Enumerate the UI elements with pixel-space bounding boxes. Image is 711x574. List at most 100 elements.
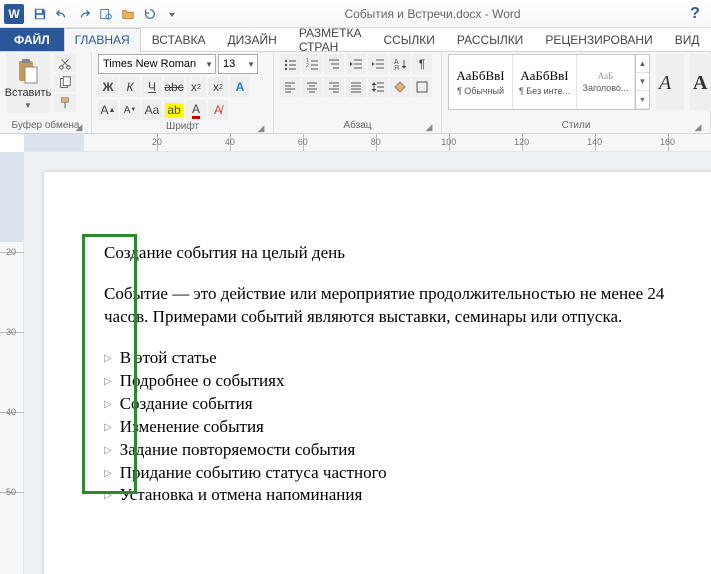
bold-button[interactable]: Ж	[98, 77, 118, 97]
style-item-normal[interactable]: АаБбВвІ ¶ Обычный	[449, 55, 513, 109]
group-styles-label: Стили	[562, 120, 591, 131]
group-paragraph-label: Абзац	[343, 120, 371, 131]
document-body[interactable]: Создание события на целый день Событие —…	[104, 242, 684, 507]
show-marks-icon[interactable]: ¶	[412, 54, 432, 74]
list-item[interactable]: ▷Создание события	[104, 393, 684, 416]
qat-customize-icon[interactable]	[162, 4, 182, 24]
subscript-button[interactable]: x2	[186, 77, 206, 97]
list-item[interactable]: ▷Задание повторяемости события	[104, 439, 684, 462]
vertical-ruler[interactable]: 20304050	[0, 152, 24, 574]
bullet-triangle-icon: ▷	[104, 370, 112, 393]
change-styles-button[interactable]: A	[656, 54, 684, 110]
list-item[interactable]: ▷Подробнее о событиях	[104, 370, 684, 393]
group-paragraph: 12 AЯ ¶ Абзац ◢	[274, 52, 442, 133]
bullets-icon[interactable]	[280, 54, 300, 74]
preview-icon[interactable]	[96, 4, 116, 24]
group-clipboard-label: Буфер обмена	[12, 120, 80, 131]
tab-review[interactable]: РЕЦЕНЗИРОВАНИ	[534, 28, 663, 51]
paste-button[interactable]: Вставить ▼	[6, 54, 50, 113]
repeat-icon[interactable]	[140, 4, 160, 24]
page-scroll[interactable]: Создание события на целый день Событие —…	[24, 152, 711, 574]
sort-icon[interactable]: AЯ	[390, 54, 410, 74]
justify-icon[interactable]	[346, 77, 366, 97]
numbering-icon[interactable]: 12	[302, 54, 322, 74]
align-center-icon[interactable]	[302, 77, 322, 97]
help-icon[interactable]: ?	[683, 3, 707, 25]
paragraph-dialog-launcher-icon[interactable]: ◢	[423, 120, 435, 132]
font-dialog-launcher-icon[interactable]: ◢	[255, 121, 267, 133]
workarea: 20304050 Создание события на целый день …	[0, 152, 711, 574]
document-page[interactable]: Создание события на целый день Событие —…	[44, 172, 711, 574]
doc-title[interactable]: Создание события на целый день	[104, 242, 684, 265]
list-item[interactable]: ▷Придание событию статуса частного	[104, 462, 684, 485]
chevron-down-icon: ▼	[24, 101, 32, 110]
tab-insert[interactable]: ВСТАВКА	[141, 28, 217, 51]
clipboard-dialog-launcher-icon[interactable]: ◢	[73, 120, 85, 132]
styles-scrollbar[interactable]: ▲ ▼ ▾	[635, 55, 649, 109]
italic-button[interactable]: К	[120, 77, 140, 97]
tab-home[interactable]: ГЛАВНАЯ	[64, 28, 141, 52]
group-font: Times New Roman▼ 13▼ Ж К Ч abc x2 x2 A A…	[92, 52, 274, 133]
group-styles: АаБбВвІ ¶ Обычный АаБбВвІ ¶ Без инте... …	[442, 52, 711, 133]
list-item[interactable]: ▷В этой статье	[104, 347, 684, 370]
list-item[interactable]: ▷Изменение события	[104, 416, 684, 439]
format-painter-icon[interactable]	[54, 94, 76, 112]
shading-icon[interactable]	[390, 77, 410, 97]
styles-pane-button[interactable]: A	[690, 54, 711, 110]
paste-label: Вставить	[5, 87, 52, 99]
svg-text:A: A	[657, 72, 672, 94]
align-right-icon[interactable]	[324, 77, 344, 97]
styles-gallery[interactable]: АаБбВвІ ¶ Обычный АаБбВвІ ¶ Без инте... …	[448, 54, 650, 110]
font-color-icon[interactable]: A	[186, 100, 206, 120]
copy-icon[interactable]	[54, 74, 76, 92]
bullet-triangle-icon: ▷	[104, 393, 112, 416]
font-size-combo[interactable]: 13▼	[218, 54, 258, 74]
tab-view[interactable]: ВИД	[664, 28, 711, 51]
undo-icon[interactable]	[52, 4, 72, 24]
word-app-icon: W	[4, 4, 24, 24]
tab-mailings[interactable]: РАССЫЛКИ	[446, 28, 534, 51]
cut-icon[interactable]	[54, 54, 76, 72]
styles-dialog-launcher-icon[interactable]: ◢	[692, 120, 704, 132]
highlight-color-icon[interactable]: ab	[164, 100, 184, 120]
open-icon[interactable]	[118, 4, 138, 24]
align-left-icon[interactable]	[280, 77, 300, 97]
window-title: События и Встречи.docx - Word	[344, 7, 520, 21]
svg-text:A: A	[693, 72, 708, 94]
chevron-down-icon: ▼	[247, 60, 255, 69]
superscript-button[interactable]: x2	[208, 77, 228, 97]
quick-access-toolbar	[30, 4, 182, 24]
font-name-combo[interactable]: Times New Roman▼	[98, 54, 216, 74]
bullet-triangle-icon: ▷	[104, 416, 112, 439]
horizontal-ruler[interactable]: 20406080100120140160	[24, 134, 711, 152]
tab-design[interactable]: ДИЗАЙН	[217, 28, 288, 51]
strike-button[interactable]: abc	[164, 77, 184, 97]
decrease-indent-icon[interactable]	[346, 54, 366, 74]
tab-file[interactable]: ФАЙЛ	[0, 28, 64, 51]
bullet-triangle-icon: ▷	[104, 484, 112, 507]
save-icon[interactable]	[30, 4, 50, 24]
tab-layout[interactable]: РАЗМЕТКА СТРАН	[288, 28, 373, 51]
change-case-button[interactable]: Aa	[142, 100, 162, 120]
group-font-label: Шрифт	[166, 121, 199, 132]
style-item-heading[interactable]: АаБ Заголово...	[577, 55, 635, 109]
text-effects-icon[interactable]: A	[230, 77, 250, 97]
scroll-more-icon[interactable]: ▾	[636, 91, 649, 109]
borders-icon[interactable]	[412, 77, 432, 97]
style-item-nospacing[interactable]: АаБбВвІ ¶ Без инте...	[513, 55, 577, 109]
redo-icon[interactable]	[74, 4, 94, 24]
increase-indent-icon[interactable]	[368, 54, 388, 74]
bullet-triangle-icon: ▷	[104, 439, 112, 462]
tab-references[interactable]: ССЫЛКИ	[372, 28, 445, 51]
list-item[interactable]: ▷Установка и отмена напоминания	[104, 484, 684, 507]
multilevel-icon[interactable]	[324, 54, 344, 74]
clear-format-icon[interactable]: A̸	[208, 100, 228, 120]
underline-button[interactable]: Ч	[142, 77, 162, 97]
doc-paragraph[interactable]: Событие — это действие или мероприятие п…	[104, 283, 684, 329]
paste-icon	[14, 57, 42, 85]
grow-font-icon[interactable]: A▲	[98, 100, 118, 120]
shrink-font-icon[interactable]: A▼	[120, 100, 140, 120]
scroll-up-icon[interactable]: ▲	[636, 55, 649, 73]
scroll-down-icon[interactable]: ▼	[636, 73, 649, 91]
line-spacing-icon[interactable]	[368, 77, 388, 97]
